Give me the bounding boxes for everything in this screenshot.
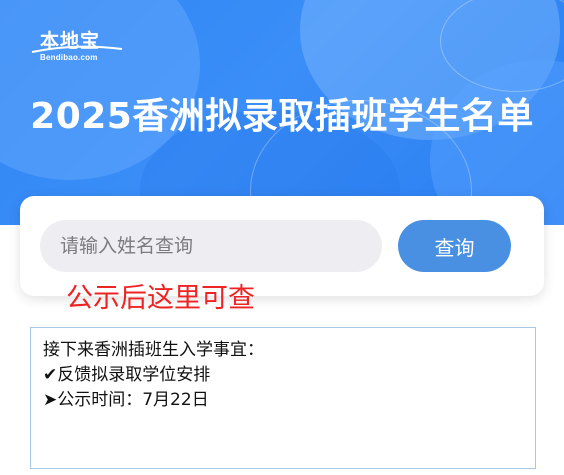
- info-box: 接下来香洲插班生入学事宜： ✔反馈拟录取学位安排 ➤公示时间：7月22日: [30, 327, 536, 469]
- name-search-input[interactable]: [40, 220, 382, 272]
- page-title: 2025香洲拟录取插班学生名单: [30, 96, 534, 137]
- logo-subtext: Bendibao.com: [40, 53, 98, 62]
- header-banner: 本地宝 Bendibao.com 2025香洲拟录取插班学生名单: [0, 0, 564, 225]
- info-item-publish-time: ➤公示时间：7月22日: [43, 390, 209, 410]
- info-item-feedback: ✔反馈拟录取学位安排: [43, 365, 211, 385]
- bendibao-logo: 本地宝 Bendibao.com: [30, 26, 125, 66]
- info-heading: 接下来香洲插班生入学事宜：: [43, 340, 264, 360]
- publish-notice: 公示后这里可查: [66, 283, 255, 314]
- search-button[interactable]: 查询: [398, 220, 511, 272]
